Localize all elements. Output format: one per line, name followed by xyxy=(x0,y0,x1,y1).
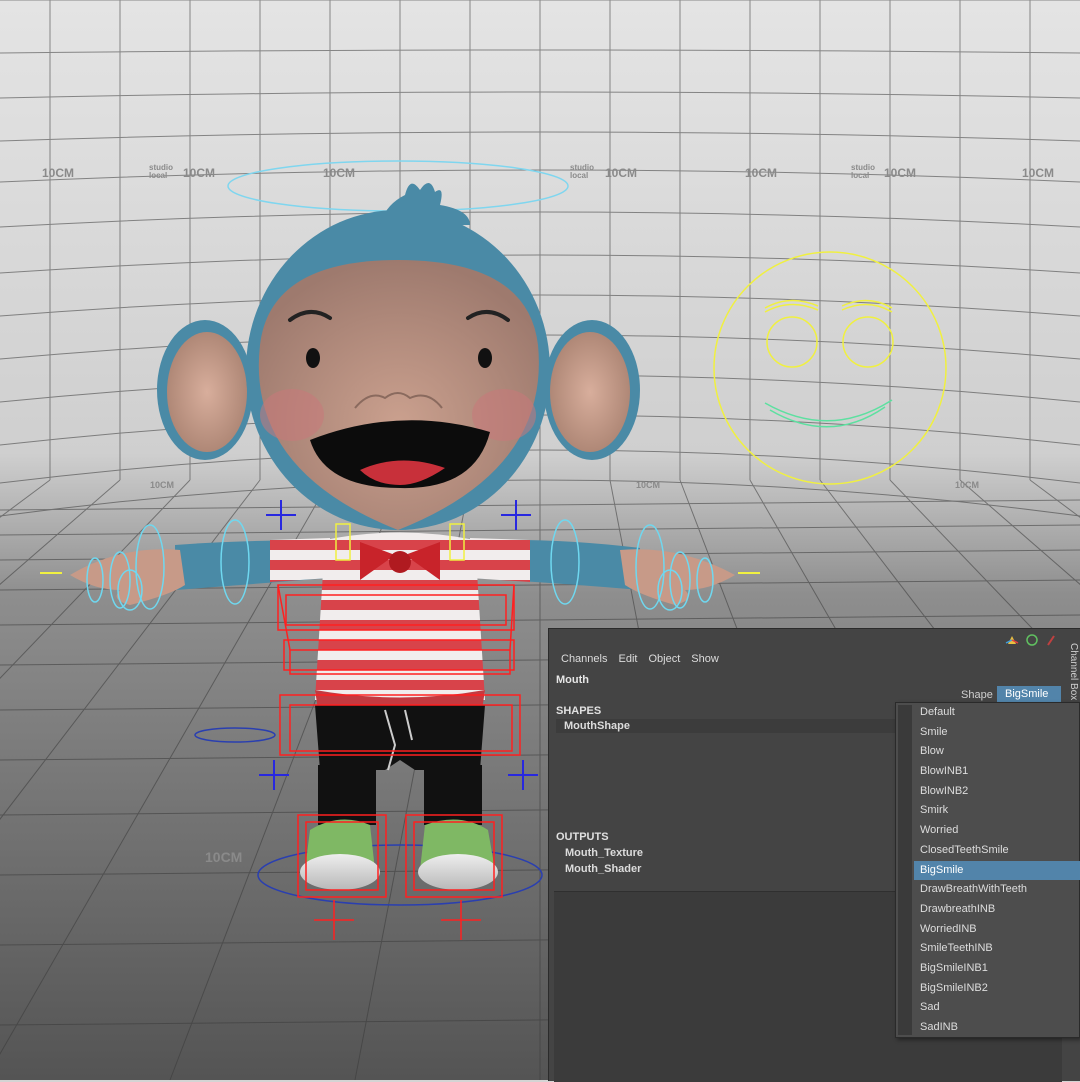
dropdown-option-selected[interactable]: BigSmile xyxy=(914,860,1080,881)
circle-tool-icon[interactable] xyxy=(1026,634,1038,646)
dropdown-option[interactable]: SmileTeethINB xyxy=(914,939,1080,959)
outputs-section-header: OUTPUTS xyxy=(556,831,609,843)
grid-label: 10CM xyxy=(605,166,637,180)
menu-object[interactable]: Object xyxy=(648,653,680,665)
dropdown-option[interactable]: DrawBreathWithTeeth xyxy=(914,880,1080,900)
dropdown-option[interactable]: SadINB xyxy=(914,1018,1080,1038)
shape-attribute-value[interactable]: BigSmile xyxy=(997,686,1061,702)
selected-object-name[interactable]: Mouth xyxy=(556,674,589,686)
logo-word: local xyxy=(149,171,167,180)
grid-label: 10CM xyxy=(42,166,74,180)
grid-label: 10CM xyxy=(636,480,660,490)
menu-show[interactable]: Show xyxy=(691,653,719,665)
dropdown-option[interactable]: WorriedINB xyxy=(914,920,1080,940)
dropdown-option[interactable]: BlowINB1 xyxy=(914,762,1080,782)
dropdown-option[interactable]: BigSmileINB2 xyxy=(914,979,1080,999)
dropdown-option[interactable]: Sad xyxy=(914,998,1080,1018)
dropdown-option[interactable]: DrawbreathINB xyxy=(914,900,1080,920)
grid-label: 10CM xyxy=(323,166,355,180)
grid-label: 10CM xyxy=(205,849,242,865)
logo-word: local xyxy=(851,171,869,180)
dropdown-option[interactable]: Smirk xyxy=(914,801,1080,821)
grid-label: 10CM xyxy=(884,166,916,180)
dropdown-scrollbar[interactable] xyxy=(898,705,912,1035)
dropdown-option[interactable]: BlowINB2 xyxy=(914,782,1080,802)
dropdown-option[interactable]: ClosedTeethSmile xyxy=(914,841,1080,861)
channel-box-menubar: Channels Edit Object Show xyxy=(561,653,719,665)
grid-label: 10CM xyxy=(183,166,215,180)
channel-box-toolbar-icons xyxy=(1005,634,1055,646)
shapes-section-header: SHAPES xyxy=(556,705,602,717)
shape-attribute-label: Shape xyxy=(961,689,993,701)
grid-label: 10CM xyxy=(955,480,979,490)
output-node-row[interactable]: Mouth_Texture xyxy=(565,847,643,859)
dropdown-option[interactable]: BigSmileINB1 xyxy=(914,959,1080,979)
output-node-row[interactable]: Mouth_Shader xyxy=(565,863,641,875)
dropdown-option[interactable]: Worried xyxy=(914,821,1080,841)
grid-label: 10CM xyxy=(150,480,174,490)
dropdown-options-list: Default Smile Blow BlowINB1 BlowINB2 Smirk Wor… xyxy=(914,703,1080,1038)
dropdown-option[interactable]: Smile xyxy=(914,723,1080,743)
monkey-ear-left xyxy=(157,320,253,460)
shape-dropdown-menu: Default Smile Blow BlowINB1 BlowINB2 Smirk Wor… xyxy=(895,702,1080,1038)
monkey-ear-right xyxy=(544,320,640,460)
logo-word: local xyxy=(570,171,588,180)
pin-icon[interactable] xyxy=(1047,635,1055,646)
grid-label: 10CM xyxy=(1022,166,1054,180)
dropdown-option[interactable]: Blow xyxy=(914,742,1080,762)
move-tool-icon[interactable] xyxy=(1005,636,1019,644)
grid-label: 10CM xyxy=(745,166,777,180)
dropdown-option[interactable]: Default xyxy=(914,703,1080,723)
shape-node-row[interactable]: MouthShape xyxy=(556,719,896,733)
menu-edit[interactable]: Edit xyxy=(618,653,637,665)
menu-channels[interactable]: Channels xyxy=(561,653,607,665)
